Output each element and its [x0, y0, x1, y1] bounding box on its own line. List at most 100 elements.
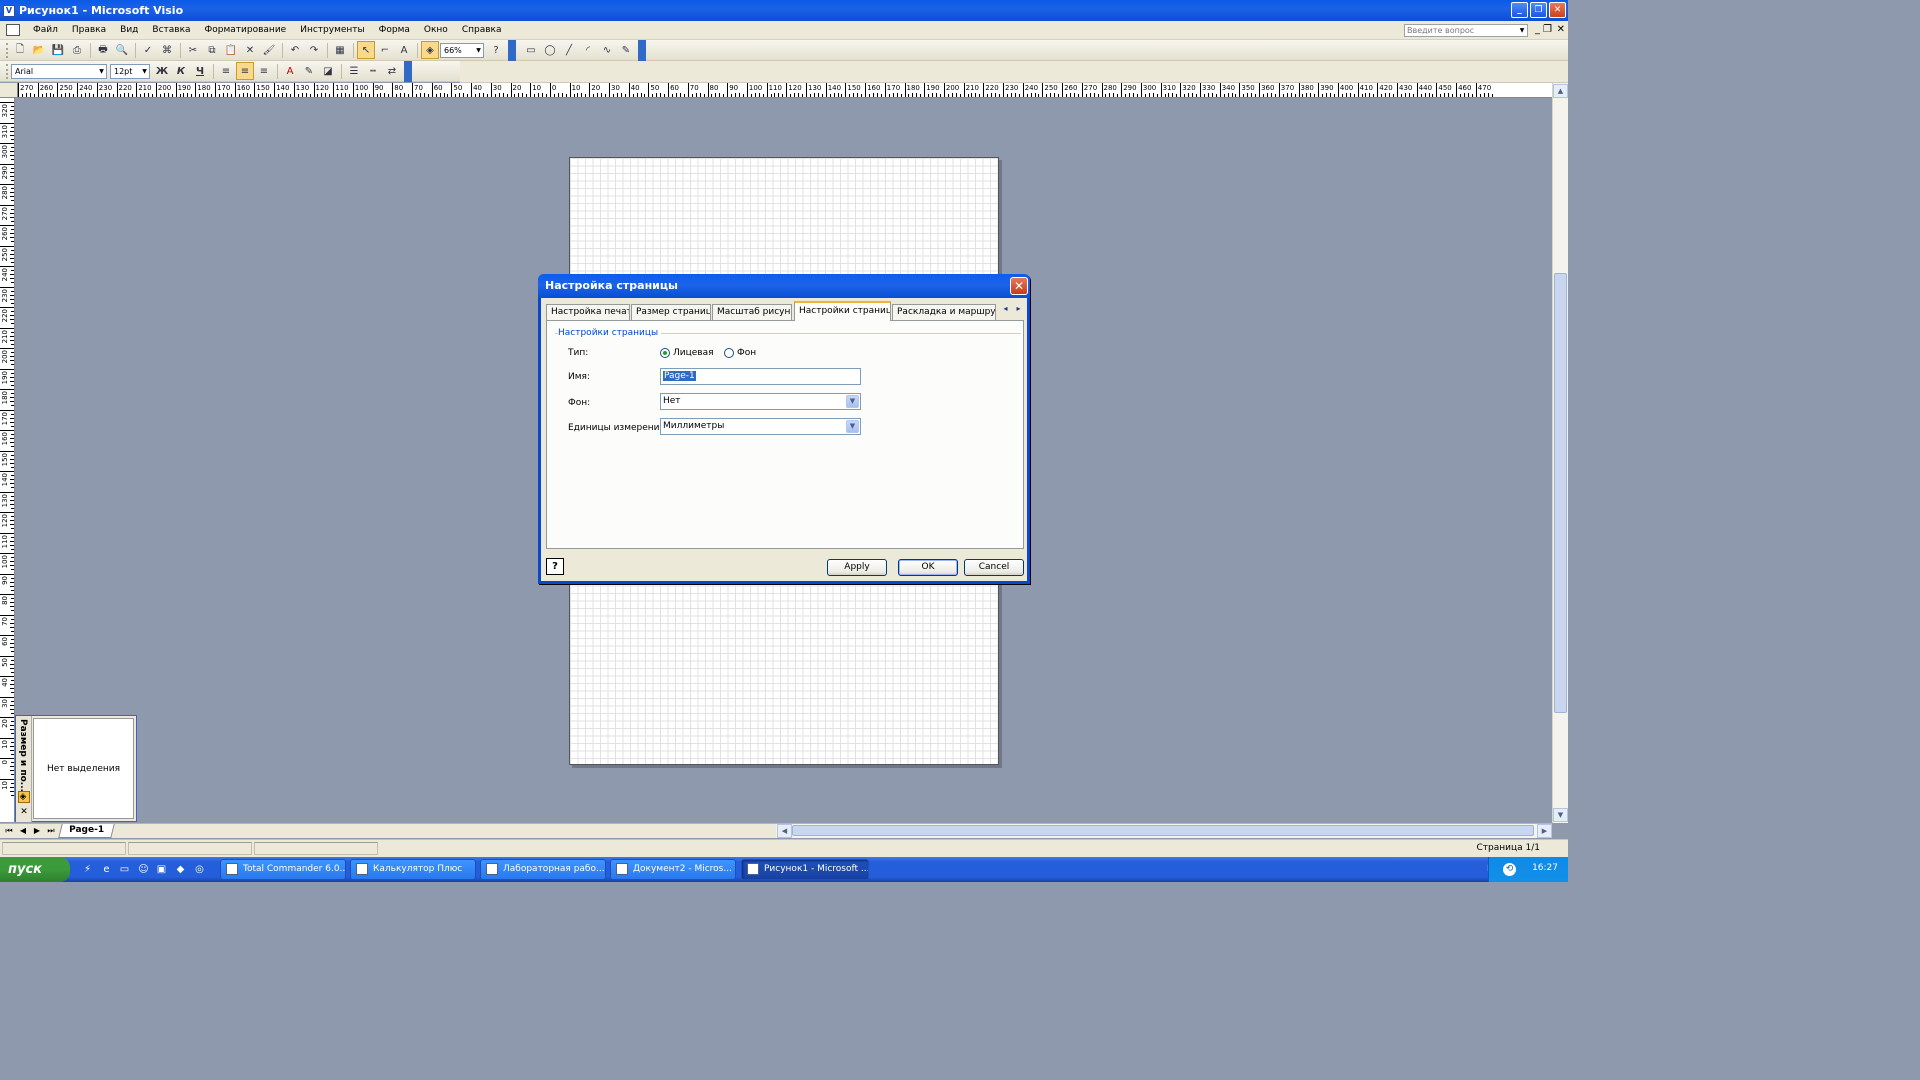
menu-file[interactable]: Файл — [26, 21, 65, 40]
doc-minimize-button[interactable]: _ — [1535, 24, 1540, 36]
apply-button[interactable]: Apply — [827, 559, 887, 576]
connector-tool-icon[interactable]: ⌐ — [376, 41, 394, 59]
line-color-icon[interactable]: ✎ — [300, 62, 318, 80]
quicklaunch-app-icon[interactable]: ◎ — [192, 862, 207, 877]
print-icon[interactable]: 🖶 — [94, 41, 112, 59]
dialog-title-bar[interactable]: Настройка страницы ✕ — [538, 274, 1030, 298]
quicklaunch-app-icon[interactable]: ◆ — [173, 862, 188, 877]
dialog-help-icon[interactable]: ? — [546, 558, 564, 575]
chevron-down-icon[interactable]: ▼ — [474, 44, 483, 57]
menu-edit[interactable]: Правка — [65, 21, 113, 40]
page-tab-page-1[interactable]: Page-1 — [58, 824, 115, 838]
scroll-left-arrow[interactable]: ◀ — [777, 824, 792, 838]
menu-format[interactable]: Форматирование — [198, 21, 294, 40]
taskbar-task[interactable]: Документ2 - Micros... — [610, 859, 736, 880]
menu-tools[interactable]: Инструменты — [293, 21, 371, 40]
text-tool-icon[interactable]: A — [395, 41, 413, 59]
menu-view[interactable]: Вид — [113, 21, 145, 40]
format-painter-icon[interactable]: 🖌 — [260, 41, 278, 59]
undo-icon[interactable]: ↶ — [286, 41, 304, 59]
horizontal-scrollbar[interactable]: ◀ ▶ — [776, 824, 1552, 838]
page-name-input[interactable]: Page-1 — [660, 368, 861, 385]
tab-print-setup[interactable]: Настройка печати — [546, 304, 630, 320]
cut-icon[interactable]: ✂ — [184, 41, 202, 59]
taskbar-task[interactable]: Калькулятор Плюс — [350, 859, 476, 880]
zoom-select[interactable]: 66% ▼ — [440, 42, 484, 58]
start-button[interactable]: пуск — [0, 857, 70, 882]
doc-close-button[interactable]: ✕ — [1557, 24, 1565, 36]
ellipse-tool-icon[interactable]: ◯ — [541, 41, 559, 59]
horizontal-ruler[interactable]: 270 260 250 240 230 220 210 200 190 180 170 160 150 1… — [18, 83, 1552, 98]
line-pattern-icon[interactable]: ┅ — [364, 62, 382, 80]
prev-page-icon[interactable]: ◀ — [17, 825, 29, 837]
visio-app-icon[interactable]: V — [3, 4, 15, 17]
ask-question-input[interactable]: Введите вопрос ▼ — [1404, 24, 1528, 37]
tab-drawing-scale[interactable]: Масштаб рисунка — [712, 304, 792, 320]
italic-button[interactable]: К — [172, 62, 190, 80]
open-icon[interactable]: 📂 — [30, 41, 48, 59]
dialog-close-button[interactable]: ✕ — [1010, 277, 1028, 295]
panel-close-icon[interactable]: ✕ — [18, 806, 30, 818]
formatting-toolbar-options[interactable] — [404, 60, 412, 82]
toolbar-options[interactable] — [508, 39, 516, 61]
spelling-icon[interactable]: ✓ — [139, 41, 157, 59]
paste-icon[interactable]: 📋 — [222, 41, 240, 59]
delete-icon[interactable]: ✕ — [241, 41, 259, 59]
taskbar-task[interactable]: Лабораторная рабо... — [480, 859, 606, 880]
scroll-down-arrow[interactable]: ▼ — [1553, 808, 1568, 822]
quicklaunch-messenger-icon[interactable]: ☺ — [136, 862, 151, 877]
underline-button[interactable]: Ч — [191, 62, 209, 80]
tray-network-icon[interactable]: ⟲ — [1503, 863, 1516, 876]
align-left-icon[interactable]: ≡ — [217, 62, 235, 80]
size-position-title-bar[interactable]: Размер и по... ◈ ✕ — [16, 716, 32, 822]
next-page-icon[interactable]: ▶ — [31, 825, 43, 837]
menu-window[interactable]: Окно — [417, 21, 455, 40]
ruler-corner[interactable] — [0, 83, 18, 98]
permission-icon[interactable]: ⎙ — [68, 41, 86, 59]
redo-icon[interactable]: ↷ — [305, 41, 323, 59]
font-name-select[interactable]: Arial ▼ — [11, 63, 107, 79]
horizontal-scroll-thumb[interactable] — [792, 825, 1534, 836]
doc-restore-button[interactable]: ❐ — [1543, 24, 1552, 36]
tab-page-properties[interactable]: Настройки страницы — [794, 301, 891, 321]
pointer-tool-icon[interactable]: ↖ — [357, 41, 375, 59]
taskbar-task-active[interactable]: Рисунок1 - Microsoft ... — [741, 859, 869, 880]
restore-button[interactable]: ❐ — [1530, 2, 1547, 18]
chevron-down-icon[interactable]: ▼ — [846, 420, 859, 433]
tab-layout-routing[interactable]: Раскладка и маршрутиз — [892, 304, 996, 320]
fill-color-icon[interactable]: ◪ — [319, 62, 337, 80]
units-select[interactable]: Миллиметры ▼ — [660, 418, 861, 435]
tab-scroll-right-icon[interactable]: ▸ — [1016, 304, 1020, 318]
shapes-icon[interactable]: ▦ — [331, 41, 349, 59]
document-icon[interactable] — [6, 24, 20, 36]
chevron-down-icon[interactable]: ▼ — [97, 65, 106, 78]
tab-scroll-left-icon[interactable]: ◂ — [1003, 304, 1007, 318]
freeform-tool-icon[interactable]: ∿ — [598, 41, 616, 59]
quicklaunch-ie-icon[interactable]: e — [99, 862, 114, 877]
last-page-icon[interactable]: ⏭ — [45, 825, 57, 837]
arc-tool-icon[interactable]: ◜ — [579, 41, 597, 59]
toolbar-grip[interactable] — [6, 63, 9, 79]
first-page-icon[interactable]: ⏮ — [3, 825, 15, 837]
ok-button[interactable]: OK — [898, 559, 958, 576]
menu-shape[interactable]: Форма — [372, 21, 417, 40]
close-window-button[interactable]: ✕ — [1549, 2, 1566, 18]
line-weight-icon[interactable]: ☰ — [345, 62, 363, 80]
rectangle-tool-icon[interactable]: ▭ — [522, 41, 540, 59]
line-ends-icon[interactable]: ⇄ — [383, 62, 401, 80]
quicklaunch-lightning-icon[interactable]: ⚡ — [80, 862, 95, 877]
vertical-scroll-thumb[interactable] — [1554, 273, 1567, 713]
help-icon[interactable]: ? — [487, 41, 505, 59]
pencil-tool-icon[interactable]: ✎ — [617, 41, 635, 59]
tab-page-size[interactable]: Размер страницы — [631, 304, 711, 320]
line-tool-icon[interactable]: ╱ — [560, 41, 578, 59]
font-size-select[interactable]: 12pt ▼ — [110, 63, 150, 79]
menu-help[interactable]: Справка — [455, 21, 509, 40]
align-center-icon[interactable]: ≡ — [236, 62, 254, 80]
drawing-toolbar-options[interactable] — [638, 39, 646, 61]
chevron-down-icon[interactable]: ▼ — [1517, 25, 1527, 36]
research-icon[interactable]: ⌘ — [158, 41, 176, 59]
align-right-icon[interactable]: ≡ — [255, 62, 273, 80]
chevron-down-icon[interactable]: ▼ — [140, 65, 149, 78]
save-icon[interactable]: 💾 — [49, 41, 67, 59]
